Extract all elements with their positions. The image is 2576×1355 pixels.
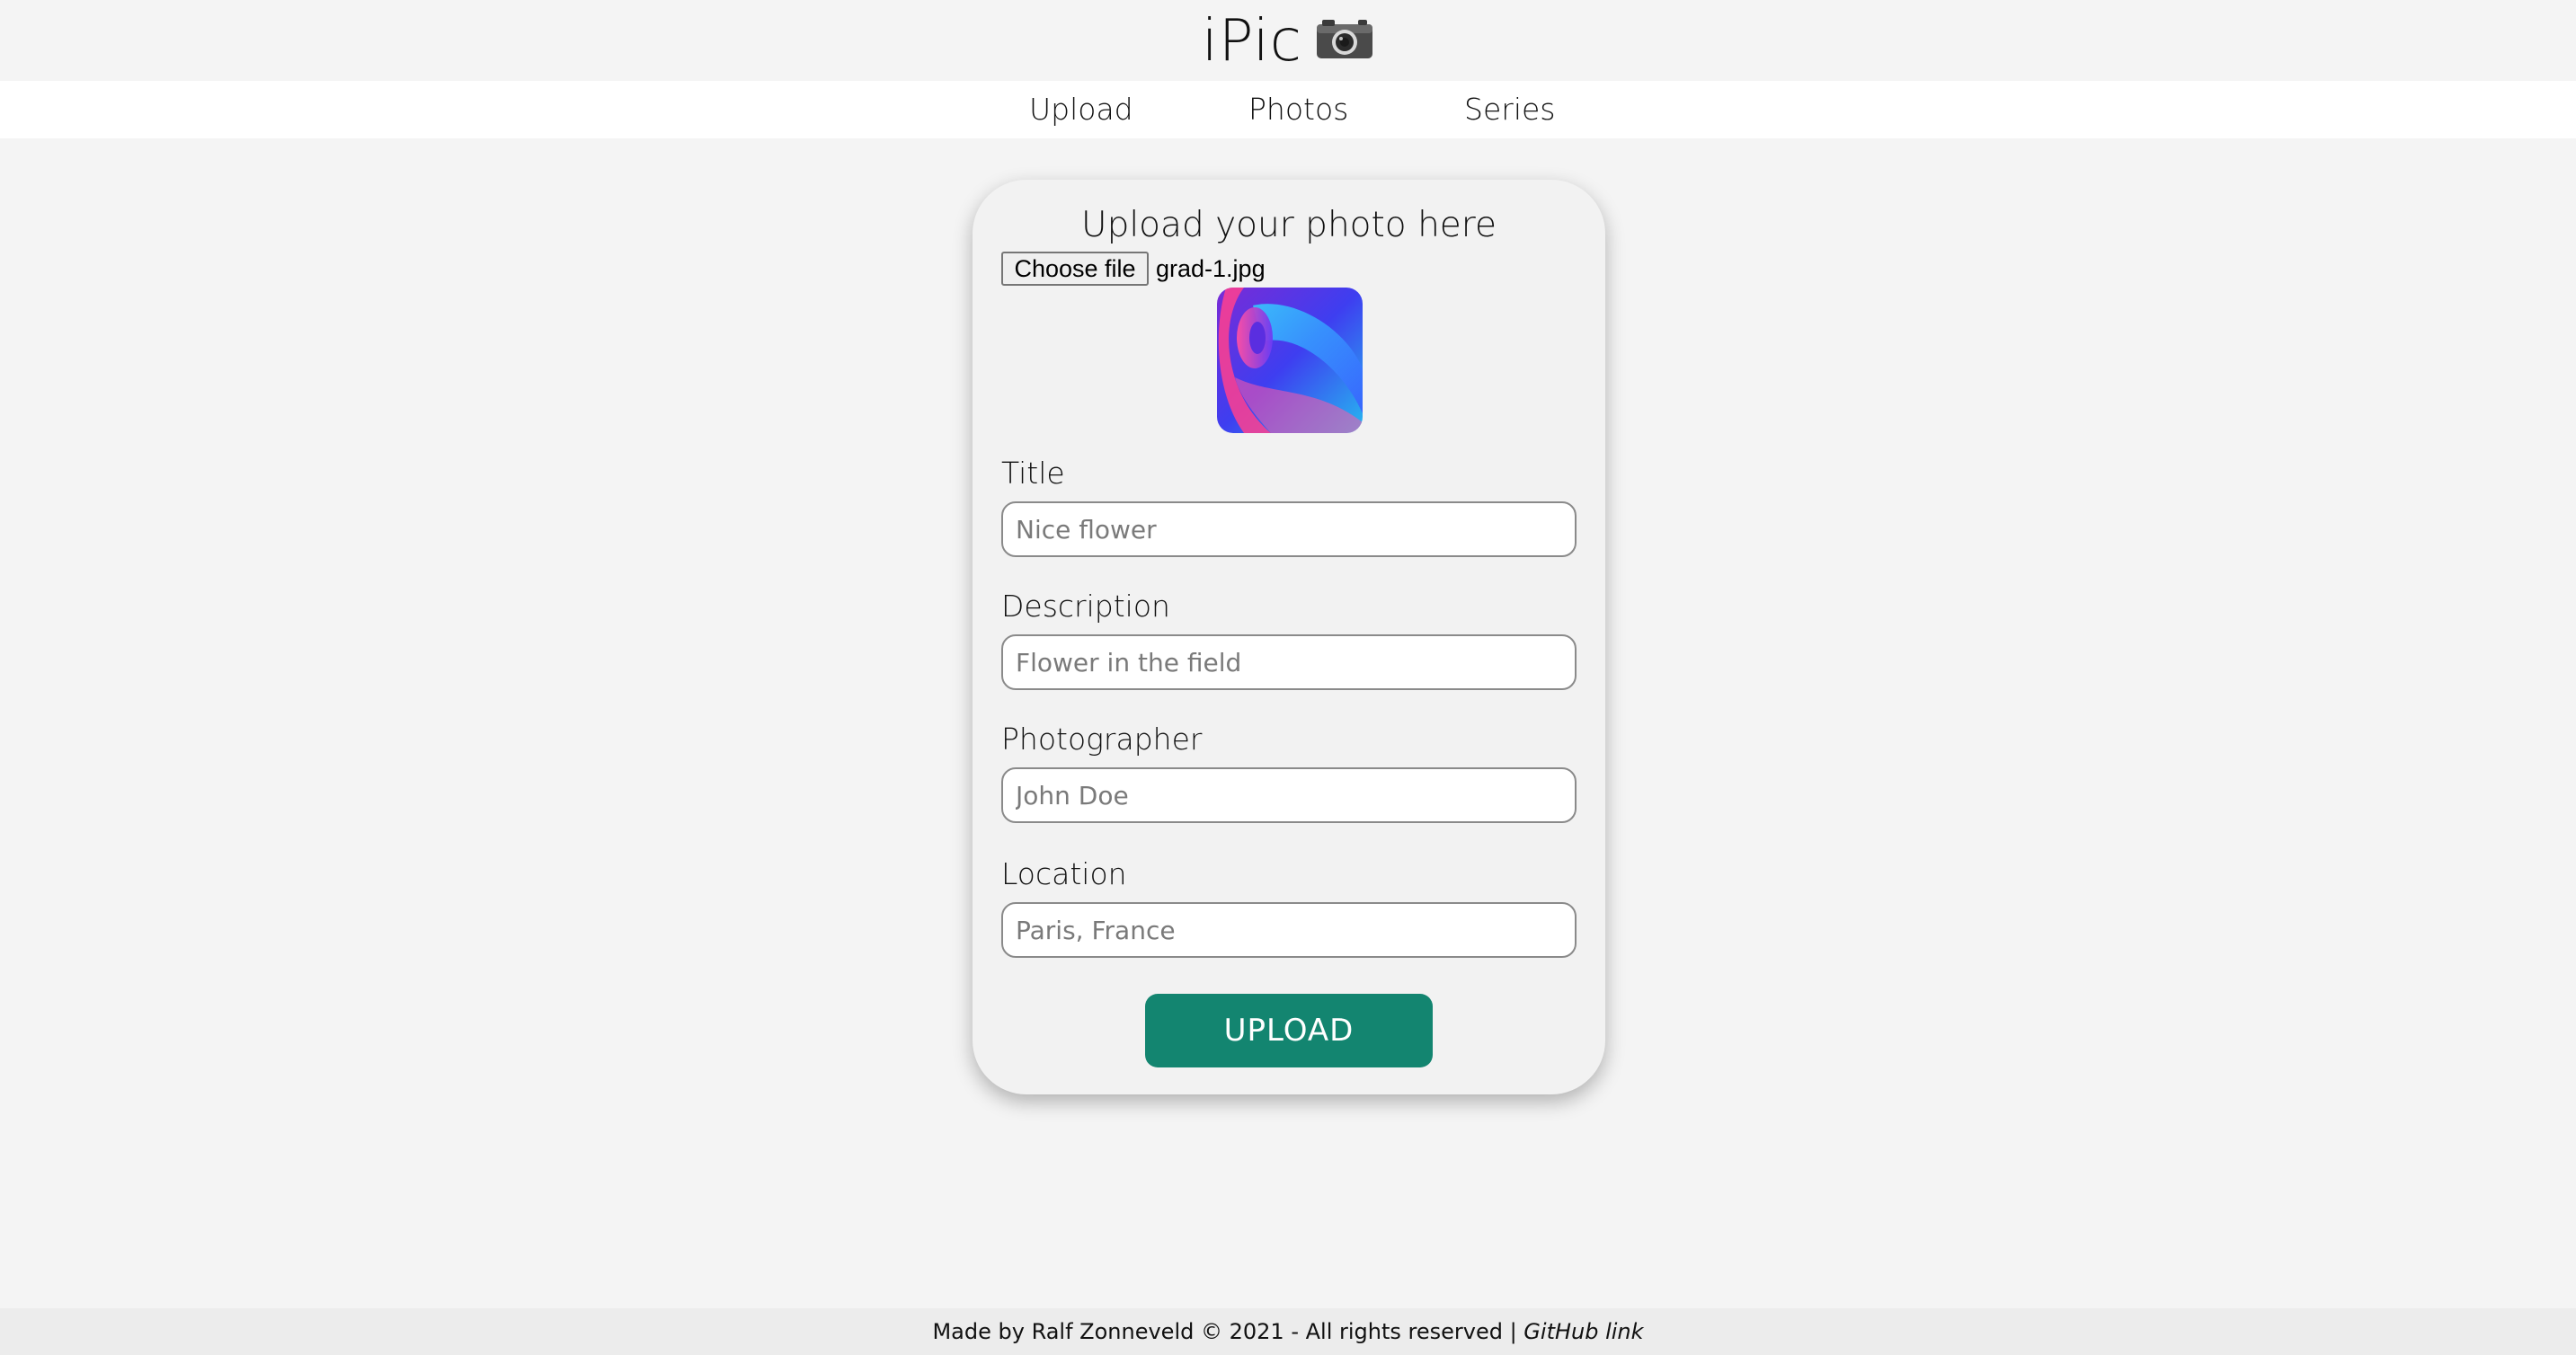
upload-button[interactable]: UPLOAD — [1145, 994, 1433, 1067]
photographer-input[interactable] — [1001, 767, 1577, 823]
location-label: Location — [1001, 856, 1127, 891]
selected-file-name: grad-1.jpg — [1156, 255, 1266, 282]
footer: Made by Ralf Zonneveld © 2021 - All righ… — [0, 1308, 2576, 1355]
title-input[interactable] — [1001, 501, 1577, 557]
footer-text: Made by Ralf Zonneveld © 2021 - All righ… — [932, 1319, 1524, 1344]
nav-item-photos[interactable]: Photos — [1248, 81, 1348, 138]
photographer-label: Photographer — [1001, 722, 1203, 757]
main-nav: Upload Photos Series — [0, 81, 2576, 138]
photo-preview — [1217, 288, 1363, 433]
app-header: iPic — [0, 0, 2576, 81]
camera-icon — [1315, 5, 1374, 77]
description-input[interactable] — [1001, 634, 1577, 690]
location-input[interactable] — [1001, 902, 1577, 958]
upload-card: Upload your photo here Choose file grad-… — [973, 180, 1605, 1094]
app-title: iPic — [1202, 8, 1302, 75]
choose-file-button[interactable]: Choose file — [1001, 252, 1149, 286]
upload-heading: Upload your photo here — [1081, 205, 1497, 245]
nav-item-upload[interactable]: Upload — [1029, 81, 1133, 138]
brand: iPic — [0, 5, 2576, 77]
nav-item-series[interactable]: Series — [1464, 81, 1555, 138]
description-label: Description — [1001, 589, 1170, 624]
title-label: Title — [1001, 456, 1065, 491]
github-link[interactable]: GitHub link — [1523, 1319, 1643, 1344]
